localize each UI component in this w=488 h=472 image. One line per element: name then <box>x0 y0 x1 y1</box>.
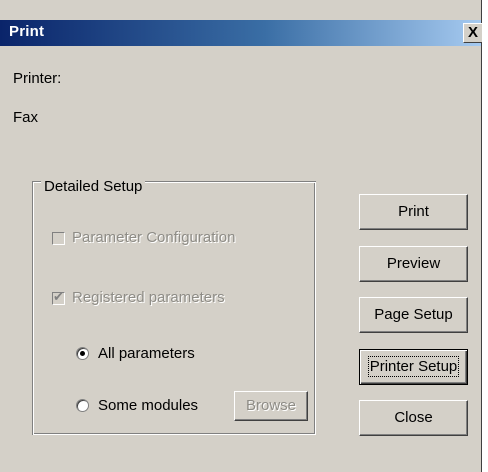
browse-button[interactable]: Browse <box>234 391 308 421</box>
print-dialog: Print X Printer: Fax Detailed Setup Para… <box>0 0 482 472</box>
close-button[interactable]: Close <box>359 400 468 436</box>
registered-parameters-checkbox[interactable]: ✔ <box>52 289 65 305</box>
window-title: Print <box>9 23 45 40</box>
printer-label: Printer: <box>13 70 62 87</box>
some-modules-radio[interactable] <box>76 399 89 412</box>
page-setup-button[interactable]: Page Setup <box>359 297 468 333</box>
printer-setup-button[interactable]: Printer Setup <box>359 349 468 385</box>
close-icon[interactable]: X <box>463 23 482 43</box>
parameter-configuration-checkbox[interactable] <box>52 232 65 245</box>
title-bar[interactable]: Print X <box>0 20 482 46</box>
printer-name: Fax <box>13 109 39 126</box>
checkmark-icon: ✔ <box>53 289 64 304</box>
parameter-configuration-label: Parameter Configuration <box>72 229 236 246</box>
all-parameters-radio[interactable] <box>76 347 89 360</box>
registered-parameters-label: Registered parameters <box>72 289 225 306</box>
some-modules-label: Some modules <box>98 397 199 414</box>
print-button[interactable]: Print <box>359 194 468 230</box>
preview-button[interactable]: Preview <box>359 246 468 282</box>
detailed-setup-legend: Detailed Setup <box>41 178 146 195</box>
all-parameters-label: All parameters <box>98 345 195 362</box>
printer-setup-label: Printer Setup <box>367 356 460 377</box>
radio-selected-dot <box>80 351 85 356</box>
